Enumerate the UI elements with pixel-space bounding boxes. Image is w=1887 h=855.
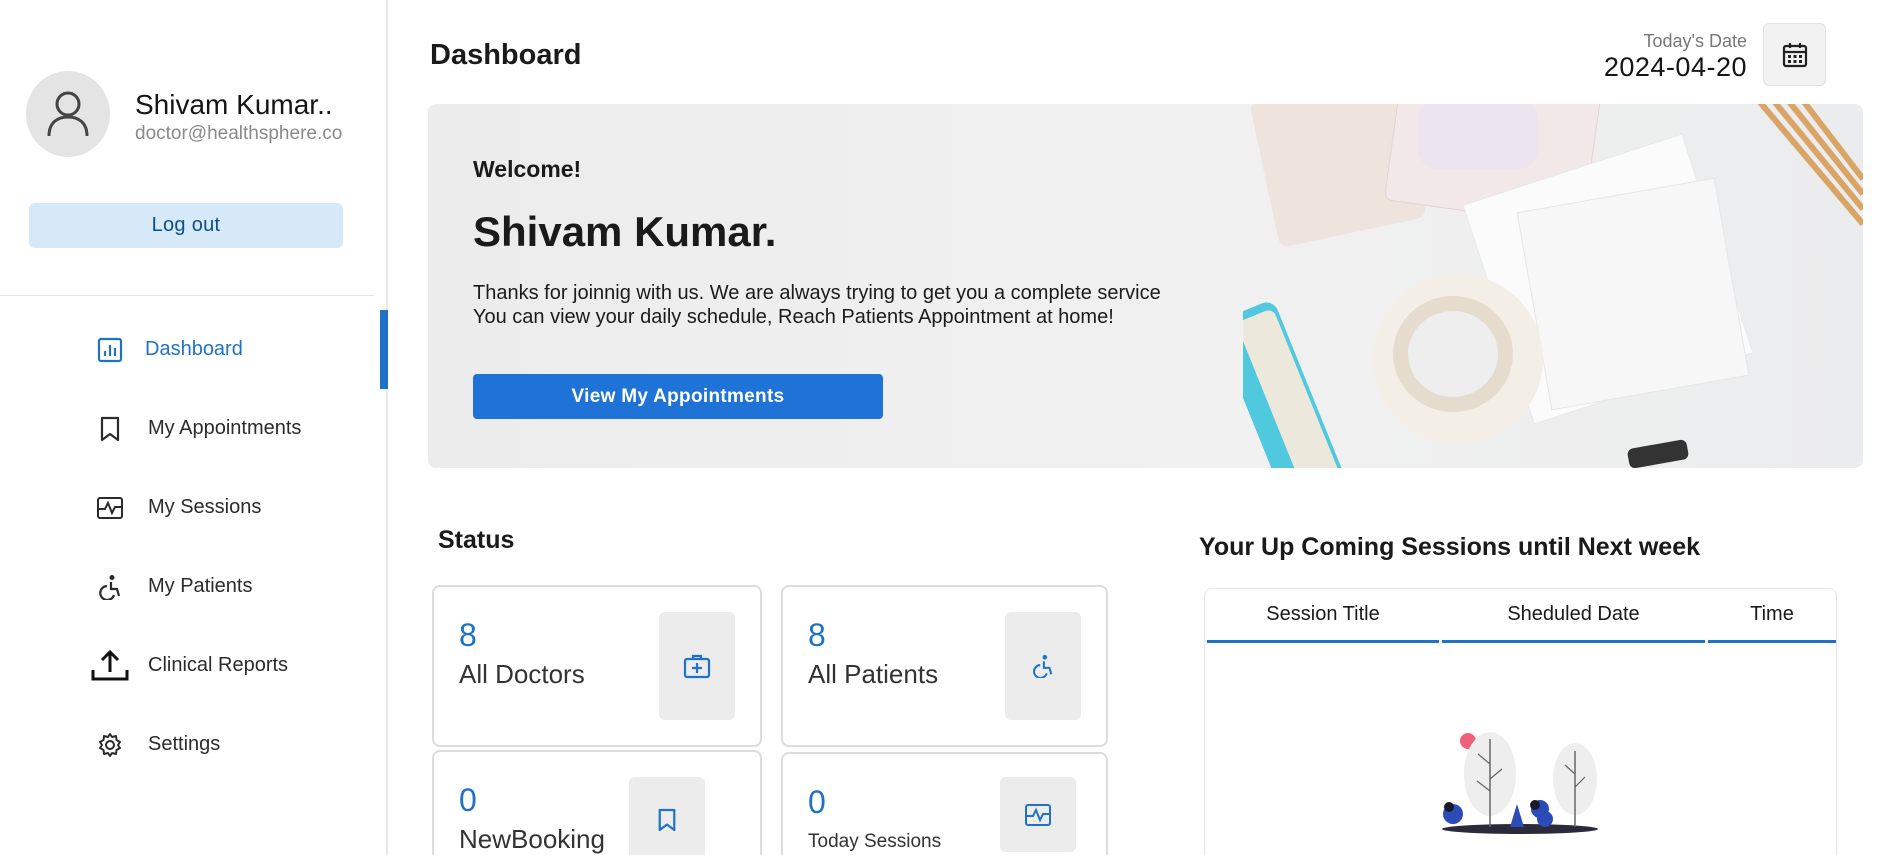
activity-icon	[1025, 803, 1051, 826]
sidebar-item-label: My Patients	[148, 575, 253, 597]
sidebar-item-label: My Appointments	[148, 417, 302, 439]
empty-state-illustration	[1442, 732, 1598, 834]
gear-icon	[94, 729, 126, 761]
sidebar-item-reports[interactable]: Clinical Reports	[0, 626, 388, 705]
welcome-heading: Welcome!	[473, 156, 582, 182]
banner-text-line2: You can view your daily schedule, Reach …	[473, 306, 1114, 328]
stat-value: 0	[808, 784, 826, 820]
stat-label: All Doctors	[459, 659, 585, 689]
welcome-banner: Welcome! Shivam Kumar. Thanks for joinni…	[428, 104, 1863, 468]
date-value: 2024-04-20	[1603, 52, 1747, 82]
wheelchair-icon	[1033, 654, 1053, 678]
stat-icon-box	[1000, 777, 1076, 852]
upcoming-sessions-title: Your Up Coming Sessions until Next week	[1199, 533, 1701, 561]
stat-card-all-doctors[interactable]: 8 All Doctors	[432, 585, 762, 747]
medical-supplies-image	[1243, 104, 1863, 468]
avatar	[26, 71, 110, 157]
stat-value: 8	[808, 617, 826, 653]
stat-value: 0	[459, 782, 477, 818]
stat-icon-box	[629, 777, 705, 855]
column-header-scheduled-date[interactable]: Sheduled Date	[1442, 589, 1705, 643]
dashboard-icon	[94, 334, 126, 366]
calendar-icon	[1782, 42, 1807, 67]
stat-label: All Patients	[808, 659, 939, 689]
calendar-button[interactable]	[1763, 23, 1826, 86]
page-title: Dashboard	[430, 39, 582, 71]
date-label: Today's Date	[1643, 31, 1748, 51]
sidebar-item-label: My Sessions	[148, 496, 262, 518]
activity-icon	[94, 492, 126, 524]
upcoming-sessions-table: Session Title Sheduled Date Time	[1204, 588, 1837, 855]
column-header-session-title[interactable]: Session Title	[1207, 589, 1439, 643]
sidebar-item-settings[interactable]: Settings	[0, 705, 388, 784]
profile-name: Shivam Kumar..	[135, 89, 333, 120]
sidebar: Shivam Kumar.. doctor@healthsphere.co Lo…	[0, 0, 388, 855]
column-header-time[interactable]: Time	[1708, 589, 1836, 643]
user-icon	[47, 91, 89, 137]
stat-icon-box	[1005, 612, 1081, 720]
logout-button[interactable]: Log out	[29, 203, 343, 248]
stat-label: NewBooking	[459, 824, 605, 854]
sidebar-item-dashboard[interactable]: Dashboard	[0, 310, 388, 389]
stat-label: Today Sessions	[808, 831, 942, 852]
main-content: Dashboard Today's Date 2024-04-20 Welcom…	[388, 0, 1887, 855]
stat-card-today-sessions[interactable]: 0 Today Sessions	[781, 752, 1108, 855]
sidebar-nav: Dashboard My Appointments My Sessions My…	[0, 310, 388, 784]
medical-kit-icon	[683, 654, 711, 679]
sidebar-item-label: Clinical Reports	[148, 654, 289, 676]
sidebar-item-patients[interactable]: My Patients	[0, 547, 388, 626]
bookmark-icon	[94, 413, 126, 445]
sidebar-item-label: Dashboard	[145, 338, 243, 360]
sidebar-item-sessions[interactable]: My Sessions	[0, 468, 388, 547]
wheelchair-icon	[94, 571, 126, 603]
stat-card-all-patients[interactable]: 8 All Patients	[781, 585, 1108, 747]
view-appointments-button[interactable]: View My Appointments	[473, 374, 883, 419]
sidebar-item-appointments[interactable]: My Appointments	[0, 389, 388, 468]
banner-name: Shivam Kumar.	[473, 208, 777, 255]
sidebar-divider	[0, 295, 374, 296]
banner-text-line1: Thanks for joinnig with us. We are alway…	[473, 282, 1161, 304]
stat-value: 8	[459, 617, 477, 653]
profile-block: Shivam Kumar.. doctor@healthsphere.co	[26, 71, 388, 161]
status-title: Status	[438, 526, 515, 554]
stat-card-new-booking[interactable]: 0 NewBooking	[432, 750, 762, 855]
stat-icon-box	[659, 612, 735, 720]
sidebar-item-label: Settings	[148, 733, 221, 755]
app: Shivam Kumar.. doctor@healthsphere.co Lo…	[0, 0, 1887, 855]
bookmark-icon	[658, 808, 676, 831]
upload-icon	[90, 649, 130, 682]
profile-email: doctor@healthsphere.co	[135, 123, 343, 144]
